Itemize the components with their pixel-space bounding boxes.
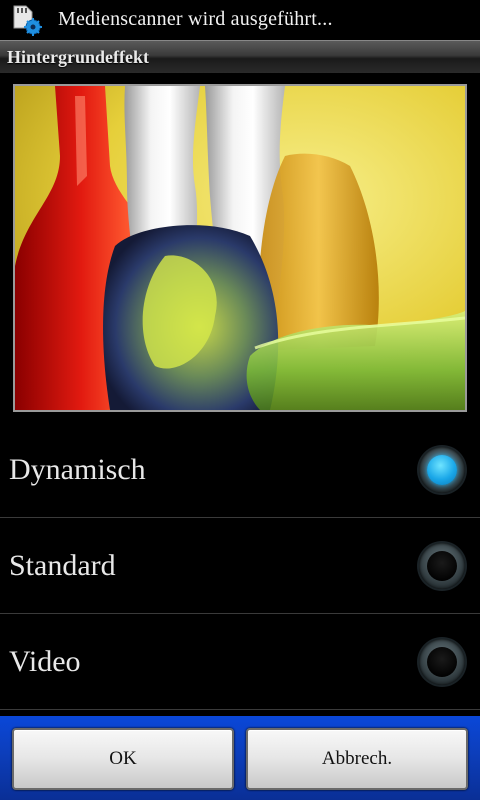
dialog-titlebar: Hintergrundeffekt xyxy=(0,40,480,73)
dialog-button-bar: OK Abbrech. xyxy=(0,716,480,800)
sd-card-gear-icon xyxy=(0,0,46,38)
effect-option-list: Dynamisch Standard Video xyxy=(0,422,480,710)
option-label: Dynamisch xyxy=(9,452,146,486)
background-effect-preview-image xyxy=(13,84,467,412)
notification-text: Medienscanner wird ausgeführt... xyxy=(58,7,333,30)
radio-button[interactable] xyxy=(419,542,465,589)
radio-button-selected[interactable] xyxy=(419,446,465,493)
option-video[interactable]: Video xyxy=(0,614,480,710)
ok-button[interactable]: OK xyxy=(12,728,234,790)
radio-button[interactable] xyxy=(419,638,465,685)
option-standard[interactable]: Standard xyxy=(0,518,480,614)
option-label: Video xyxy=(9,644,81,678)
dialog-title: Hintergrundeffekt xyxy=(7,46,149,67)
option-label: Standard xyxy=(9,548,116,582)
cancel-button[interactable]: Abbrech. xyxy=(246,728,468,790)
status-bar: Medienscanner wird ausgeführt... xyxy=(0,0,480,38)
option-dynamisch[interactable]: Dynamisch xyxy=(0,422,480,518)
